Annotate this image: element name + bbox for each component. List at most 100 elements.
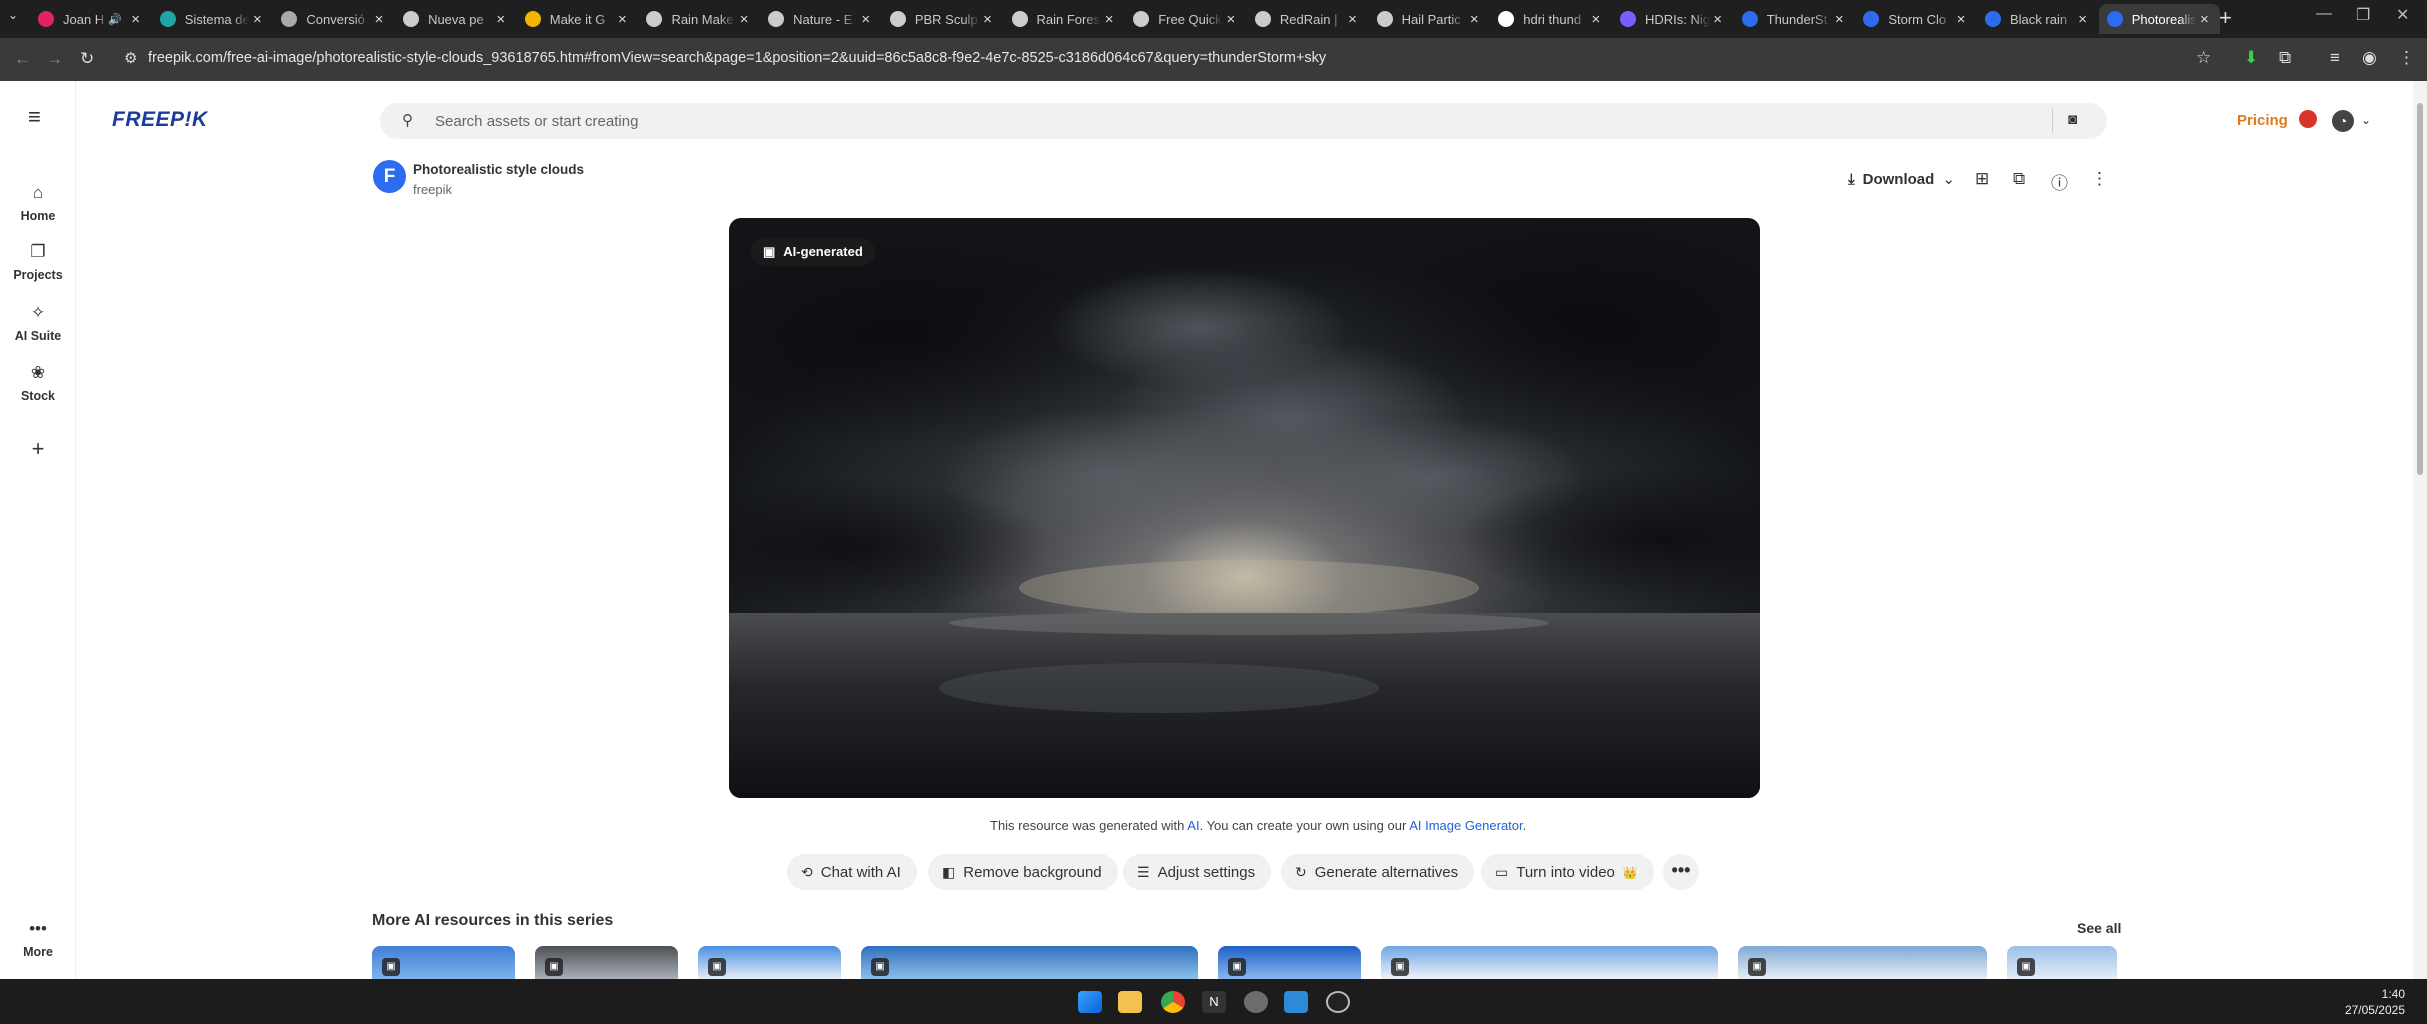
generate-alternatives-button[interactable]: ↻ Generate alternatives <box>1281 854 1475 890</box>
windows-start-icon[interactable] <box>1078 991 1102 1013</box>
browser-tab[interactable]: Nueva pe × <box>395 4 517 34</box>
profile-icon[interactable]: ◉ <box>2362 48 2377 68</box>
adjust-settings-button[interactable]: ☰ Adjust settings <box>1123 854 1272 890</box>
browser-tab[interactable]: hdri thund × <box>1490 4 1612 34</box>
browser-tab[interactable]: Black rain × <box>1977 4 2099 34</box>
chat-with-ai-button[interactable]: ⟲ Chat with AI <box>787 854 917 890</box>
browser-tab[interactable]: Free Quick × <box>1125 4 1247 34</box>
back-icon[interactable]: ← <box>14 49 31 69</box>
see-all-link[interactable]: See all <box>2077 920 2121 936</box>
close-tab-icon[interactable]: × <box>371 11 387 28</box>
freepik-logo[interactable]: FREEP!K <box>112 108 208 132</box>
author-name[interactable]: freepik <box>413 182 452 197</box>
browser-tab[interactable]: Storm Clo × <box>1855 4 1977 34</box>
sidebar-item-more[interactable]: ••• More <box>0 919 76 959</box>
page-scrollbar[interactable] <box>2413 81 2427 979</box>
site-info-icon[interactable]: ⚙ <box>124 49 137 67</box>
close-tab-icon[interactable]: × <box>614 11 630 28</box>
preview-image[interactable] <box>729 218 1760 798</box>
close-tab-icon[interactable]: × <box>128 11 144 28</box>
audio-playing-icon[interactable]: 🔊 <box>108 13 122 26</box>
search-input[interactable]: Search assets or start creating <box>435 113 638 130</box>
sidebar-item-projects[interactable]: ❐ Projects <box>0 242 76 282</box>
add-icon[interactable]: + <box>0 436 76 462</box>
browser-tab[interactable]: Joan H 🔊 × <box>30 4 152 34</box>
media-icon[interactable]: ≡ <box>2330 48 2340 68</box>
scrollbar-thumb[interactable] <box>2417 103 2423 475</box>
close-tab-icon[interactable]: × <box>1710 11 1726 28</box>
close-tab-icon[interactable]: × <box>736 11 752 28</box>
browser-tab[interactable]: Sistema de × <box>152 4 274 34</box>
browser-tab[interactable]: Rain Fores × <box>1004 4 1126 34</box>
series-thumbnail[interactable]: ▣ <box>535 946 678 979</box>
browser-tab[interactable]: HDRIs: Nig × <box>1612 4 1734 34</box>
series-thumbnail[interactable]: ▣ <box>372 946 515 979</box>
close-tab-icon[interactable]: × <box>249 11 265 28</box>
series-thumbnail[interactable]: ▣ <box>1381 946 1718 979</box>
browser-tab[interactable]: ThunderSt × <box>1734 4 1856 34</box>
browser-tab[interactable]: PBR Sculp × <box>882 4 1004 34</box>
download-button[interactable]: ⤓ Download ⌄ <box>1848 170 1955 188</box>
browser-tab[interactable]: Nature - E × <box>760 4 882 34</box>
notion-icon[interactable]: N <box>1202 991 1226 1013</box>
browser-tab[interactable]: Make it G × <box>517 4 639 34</box>
bookmark-star-icon[interactable]: ☆ <box>2196 48 2211 68</box>
close-tab-icon[interactable]: × <box>1953 11 1969 28</box>
pricing-link[interactable]: Pricing <box>2237 112 2288 129</box>
series-thumbnail[interactable]: ▣ <box>861 946 1198 979</box>
camera-search-icon[interactable]: ◙ <box>2068 111 2077 128</box>
more-options-icon[interactable]: ⋮ <box>2091 169 2108 189</box>
close-window-icon[interactable]: ✕ <box>2396 5 2409 25</box>
more-actions-button[interactable]: ••• <box>1663 854 1699 890</box>
close-tab-icon[interactable]: × <box>1101 11 1117 28</box>
close-tab-icon[interactable]: × <box>1345 11 1361 28</box>
browser-menu-icon[interactable]: ⋮ <box>2398 48 2415 68</box>
close-tab-icon[interactable]: × <box>1466 11 1482 28</box>
premium-badge-icon[interactable] <box>2299 110 2317 128</box>
minimize-icon[interactable]: — <box>2316 5 2332 23</box>
avatar[interactable]: ◔ <box>2332 110 2354 132</box>
browser-tab[interactable]: Rain Make × <box>638 4 760 34</box>
turn-into-video-button[interactable]: ▭ Turn into video 👑 <box>1481 854 1654 890</box>
browser-tab[interactable]: Hail Partic × <box>1369 4 1491 34</box>
series-thumbnail[interactable]: ▣ <box>1738 946 1987 979</box>
unity-icon[interactable] <box>1326 991 1350 1013</box>
remove-background-button[interactable]: ◧ Remove background <box>928 854 1118 890</box>
info-icon[interactable]: ⓘ <box>2051 169 2068 194</box>
close-tab-icon[interactable]: × <box>2075 11 2091 28</box>
tab-search-chevron-icon[interactable]: ⌄ <box>8 8 18 22</box>
close-tab-icon[interactable]: × <box>2196 11 2212 28</box>
close-tab-icon[interactable]: × <box>1588 11 1604 28</box>
file-explorer-icon[interactable] <box>1118 991 1142 1013</box>
search-bar[interactable]: ⚲ Search assets or start creating ◙ <box>380 103 2107 139</box>
series-thumbnail[interactable]: ▣ <box>1218 946 1361 979</box>
note-ai-link[interactable]: AI <box>1187 818 1199 833</box>
series-thumbnail[interactable]: ▣ <box>698 946 841 979</box>
add-to-collection-icon[interactable]: ⊞ <box>1975 169 1989 189</box>
ai-image-generator-link[interactable]: AI Image Generator <box>1409 818 1522 833</box>
extensions-icon[interactable]: ⧉ <box>2279 48 2291 68</box>
url-field[interactable]: freepik.com/free-ai-image/photorealistic… <box>148 50 1326 66</box>
restore-icon[interactable]: ❐ <box>2356 5 2370 25</box>
sidebar-item-stock[interactable]: ❀ Stock <box>0 363 76 403</box>
close-tab-icon[interactable]: × <box>1223 11 1239 28</box>
close-tab-icon[interactable]: × <box>980 11 996 28</box>
chrome-icon[interactable] <box>1161 991 1185 1013</box>
edit-image-icon[interactable]: ⧉ <box>2013 169 2025 189</box>
chevron-down-icon[interactable]: ⌄ <box>2361 113 2371 127</box>
sidebar-item-ai-suite[interactable]: ✧ AI Suite <box>0 303 76 343</box>
sidebar-item-home[interactable]: ⌂ Home <box>0 183 76 223</box>
forward-icon[interactable]: → <box>46 49 63 69</box>
hamburger-menu-icon[interactable]: ≡ <box>28 104 41 130</box>
close-tab-icon[interactable]: × <box>1831 11 1847 28</box>
close-tab-icon[interactable]: × <box>493 11 509 28</box>
author-avatar[interactable]: F <box>373 160 406 193</box>
reload-icon[interactable]: ↻ <box>80 49 94 69</box>
photos-app-icon[interactable] <box>1284 991 1308 1013</box>
settings-app-icon[interactable] <box>1244 991 1268 1013</box>
browser-tab[interactable]: Photorealis × <box>2098 4 2221 34</box>
browser-tab[interactable]: Conversió × <box>273 4 395 34</box>
download-arrow-icon[interactable]: ⬇ <box>2244 48 2258 68</box>
system-clock[interactable]: 1:40 27/05/2025 <box>2345 986 2405 1018</box>
browser-tab[interactable]: RedRain | × <box>1247 4 1369 34</box>
